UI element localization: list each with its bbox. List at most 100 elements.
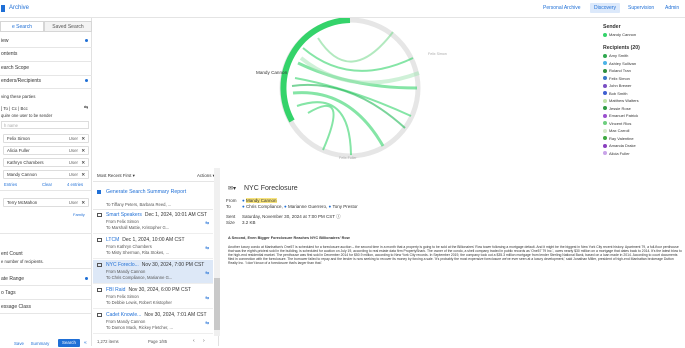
tab-new-search[interactable]: e Search [0, 21, 44, 32]
require-sender-checkbox[interactable]: quire one user to be sender [0, 113, 92, 118]
legend-recipient[interactable]: Amy Smith [603, 53, 628, 58]
legend-recipient[interactable]: Ashley Sullivan [603, 61, 636, 66]
legend-recipient[interactable]: Alicia Fuller [603, 151, 630, 156]
legend-recipient[interactable]: Felix Simon [603, 76, 630, 81]
person-name: Terry McMahon [7, 200, 38, 205]
section-date-range[interactable]: ate Range [0, 276, 92, 282]
remove-icon[interactable]: ✕ [81, 159, 85, 167]
from-label: From [226, 198, 237, 203]
sent-label: Sent [226, 214, 236, 219]
list-item[interactable]: Smart Speakers Dec 1, 2024, 10:01 AM CST F… [93, 210, 213, 234]
divider [0, 313, 92, 314]
reply-icon[interactable]: ⇆ [205, 220, 209, 226]
party-mode-select[interactable]: ving these parties [0, 94, 92, 99]
nav-supervision[interactable]: Supervision [628, 5, 654, 11]
section-message-class[interactable]: essage Class [0, 304, 92, 310]
filter-icon[interactable]: ⇆ [84, 105, 88, 111]
message-subject: Smart Speakers Dec 1, 2024, 10:01 AM CST [106, 212, 208, 218]
legend-recipient[interactable]: John Brewer [603, 83, 631, 88]
mail-icon: ✉▾ [228, 186, 237, 192]
person-role: User [68, 160, 78, 165]
node-color-icon [603, 68, 607, 73]
search-tabs: e Search Saved Search [0, 21, 92, 32]
section-tags[interactable]: o Tags [0, 290, 92, 296]
section-view[interactable]: iew [0, 38, 92, 44]
save-button[interactable]: Save [12, 340, 26, 348]
page-indicator: Page 1/85 [148, 339, 168, 344]
message-from: From Mandy Cannon [106, 319, 146, 324]
legend-recipient[interactable]: Max Carroll [603, 128, 629, 133]
reply-icon[interactable]: ⇆ [205, 245, 209, 251]
message-from: From Felix Simon [106, 219, 139, 224]
legend-name: Felix Simon [609, 75, 630, 81]
person-role: User [68, 200, 78, 205]
sort-dropdown[interactable]: Most Recent First ▾ [97, 173, 135, 179]
message-reader: ✉▾ NYC Foreclosure From ● Mandy Cannon T… [220, 168, 685, 346]
entries-dropdown[interactable]: Entries [4, 182, 17, 187]
list-item[interactable]: Cadet Knowle... Nov 30, 2024, 7:01 AM CST… [93, 310, 213, 334]
generate-summary-button[interactable]: Generate Search Summary Report [106, 189, 186, 195]
message-subject: LTCM Dec 1, 2024, 10:00 AM CST [106, 237, 185, 243]
reply-icon[interactable]: ⇆ [205, 270, 209, 276]
legend-name: Mandy Cannon [609, 32, 637, 37]
section-senders-recipients[interactable]: enders/Recipients [0, 78, 92, 84]
legend-sender[interactable]: Mandy Cannon [603, 32, 636, 37]
actions-dropdown[interactable]: Actions ▾ [197, 173, 215, 179]
prev-page-icon[interactable]: ‹ [193, 338, 195, 344]
name-search-input[interactable]: h name [1, 121, 89, 129]
sent-count-hint: e number of recipients. [1, 259, 44, 264]
legend-name: John Brewer [609, 83, 632, 88]
size-label: Size [226, 220, 235, 225]
date-active-dot [85, 277, 88, 280]
tab-saved-search[interactable]: Saved Search [44, 21, 92, 32]
nav-discovery[interactable]: Discovery [590, 3, 620, 13]
section-contents[interactable]: ontents [0, 51, 92, 57]
family-link[interactable]: Family [73, 212, 85, 217]
list-item[interactable]: FBI Raid Nov 30, 2024, 6:00 PM CST From Fe… [93, 285, 213, 309]
nav-admin[interactable]: Admin [665, 5, 679, 11]
remove-icon[interactable]: ✕ [81, 135, 85, 143]
legend-recipient[interactable]: Roland Tran [603, 68, 631, 73]
message-from: From Kathryn Chambers [106, 244, 152, 249]
message-to: To Misty Sherman, Rita Stokes, ... [106, 250, 170, 255]
remove-icon[interactable]: ✕ [81, 147, 85, 155]
next-page-icon[interactable]: › [203, 338, 205, 344]
legend-recipient[interactable]: Jessie Rose [603, 106, 631, 111]
nav-personal-archive[interactable]: Personal Archive [543, 5, 581, 11]
collapse-icon[interactable]: « [84, 340, 87, 346]
legend-recipient[interactable]: Emanuel Patrick [603, 113, 638, 118]
clear-link[interactable]: Clear [42, 182, 52, 187]
section-sent-count[interactable]: ent Count [0, 251, 92, 257]
remove-icon[interactable]: ✕ [81, 171, 85, 179]
section-search-scope[interactable]: earch Scope [0, 65, 92, 71]
from-value[interactable]: ● Mandy Cannon [242, 198, 277, 203]
summary-button[interactable]: Summary [28, 340, 52, 348]
app-title: Archive [9, 5, 30, 11]
size-value: 3.2 KB [242, 220, 256, 225]
list-item[interactable]: NYC Foreclo... Nov 30, 2024, 7:00 PM CST F… [93, 260, 213, 284]
legend-name: Alicia Fuller [609, 150, 630, 156]
list-item[interactable]: LTCM Dec 1, 2024, 10:00 AM CST From Kathry… [93, 235, 213, 259]
node-color-icon [603, 143, 607, 148]
message-from: From Mandy Cannon [106, 269, 146, 274]
person-chip: Terry McMahon User ✕ [3, 198, 89, 207]
legend-recipient[interactable]: Matthew Walters [603, 98, 639, 103]
legend-recipient[interactable]: Amanda Drake [603, 143, 636, 148]
divider [0, 88, 92, 89]
to-cc-bcc-toggle[interactable]: ] To | Cc | Bcc [0, 106, 92, 111]
remove-icon[interactable]: ✕ [81, 199, 85, 207]
legend-recipient[interactable]: Ray Valentine [603, 136, 634, 141]
person-role: User [68, 172, 78, 177]
legend-name: Roland Tran [609, 68, 631, 73]
to-value[interactable]: ● Chris Compliance, ● Marianne Guerrero,… [242, 204, 358, 209]
node-color-icon [603, 106, 607, 110]
chord-diagram[interactable] [93, 18, 593, 168]
legend-recipient[interactable]: Bob Smith [603, 91, 627, 96]
reply-icon[interactable]: ⇆ [205, 320, 209, 326]
legend-recipient[interactable]: Vincent Rios [603, 121, 631, 126]
summary-checkbox-icon[interactable] [97, 190, 101, 194]
message-body: Another luxury condo at Manhattan's One5… [228, 245, 682, 266]
reply-icon[interactable]: ⇆ [205, 295, 209, 301]
mail-icon [97, 288, 102, 292]
divider [0, 75, 92, 76]
